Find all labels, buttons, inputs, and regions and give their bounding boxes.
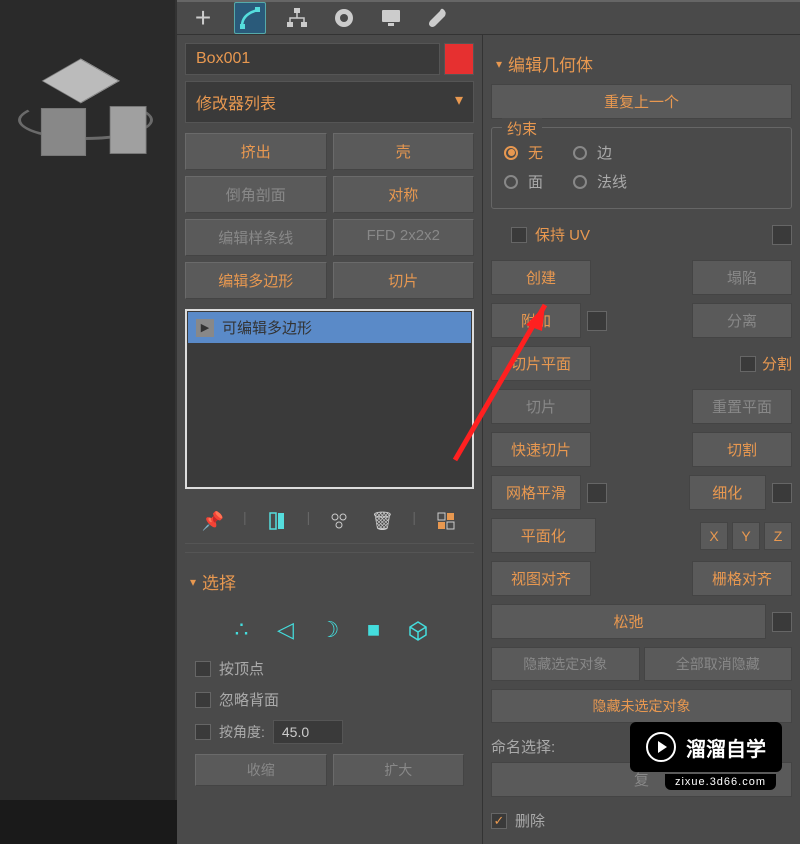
constraints-fieldset: 约束 无 边 面: [491, 127, 792, 209]
hide-selected-button[interactable]: 隐藏选定对象: [491, 647, 640, 681]
polygon-level-icon[interactable]: ■: [361, 617, 387, 643]
vertex-level-icon[interactable]: ∴: [229, 617, 255, 643]
modifier-list-dropdown[interactable]: 修改器列表: [185, 81, 474, 123]
planar-y-button[interactable]: Y: [732, 522, 760, 550]
stack-toolbar: 📌 | | 🗑 |: [185, 499, 474, 544]
quickslice-button[interactable]: 快速切片: [491, 432, 591, 467]
tessellate-settings-icon[interactable]: [772, 483, 792, 503]
slice-plane-button[interactable]: 切片平面: [491, 346, 591, 381]
shell-button[interactable]: 壳: [333, 133, 475, 170]
element-level-icon[interactable]: [405, 617, 431, 643]
stack-item-editable-poly[interactable]: ▶ 可编辑多边形: [188, 312, 471, 343]
modifier-stack[interactable]: ▶ 可编辑多边形: [185, 309, 474, 489]
play-icon: [646, 732, 676, 762]
constraint-edge-radio[interactable]: [573, 146, 587, 160]
hide-unselected-button[interactable]: 隐藏未选定对象: [491, 689, 792, 723]
selection-rollout-header[interactable]: 选择: [185, 561, 474, 602]
attach-button[interactable]: 附加: [491, 303, 581, 338]
configure-icon[interactable]: [434, 509, 458, 533]
modifier-panel: Box001 修改器列表 挤出 壳 倒角剖面 对称 编辑样条线 FFD 2x2x…: [177, 35, 482, 844]
detach-button[interactable]: 分离: [692, 303, 792, 338]
constraint-none-radio[interactable]: [504, 146, 518, 160]
slice-button[interactable]: 切片: [333, 262, 475, 299]
viewcube[interactable]: [5, 30, 165, 190]
make-planar-button[interactable]: 平面化: [491, 518, 596, 553]
attach-list-icon[interactable]: [587, 311, 607, 331]
constraint-none-label: 无: [528, 142, 543, 163]
constraint-normal-radio[interactable]: [573, 175, 587, 189]
object-name-field[interactable]: Box001: [185, 43, 440, 75]
utilities-tab-icon[interactable]: [422, 2, 454, 34]
constraint-face-radio[interactable]: [504, 175, 518, 189]
edit-spline-button[interactable]: 编辑样条线: [185, 219, 327, 256]
repeat-last-button[interactable]: 重复上一个: [491, 84, 792, 119]
ffd-button[interactable]: FFD 2x2x2: [333, 219, 475, 256]
edge-level-icon[interactable]: ◁: [273, 617, 299, 643]
relax-button[interactable]: 松弛: [491, 604, 766, 639]
view-align-button[interactable]: 视图对齐: [491, 561, 591, 596]
by-vertex-checkbox[interactable]: [195, 661, 211, 677]
make-unique-icon[interactable]: [328, 509, 352, 533]
split-label: 分割: [762, 353, 792, 374]
grow-button[interactable]: 扩大: [333, 754, 465, 786]
ignore-backface-checkbox[interactable]: [195, 692, 211, 708]
split-checkbox[interactable]: [740, 356, 756, 372]
watermark-logo: 溜溜自学: [630, 722, 782, 772]
hierarchy-tab-icon[interactable]: [281, 2, 313, 34]
extrude-button[interactable]: 挤出: [185, 133, 327, 170]
by-angle-checkbox[interactable]: [195, 724, 211, 740]
watermark-text: 溜溜自学: [686, 733, 766, 762]
preserve-uv-checkbox[interactable]: [511, 227, 527, 243]
preserve-uv-settings-icon[interactable]: [772, 225, 792, 245]
slice-button-2[interactable]: 切片: [491, 389, 591, 424]
stack-item-label: 可编辑多边形: [222, 317, 312, 338]
command-panel-tabs: +: [177, 0, 800, 35]
cut-button[interactable]: 切割: [692, 432, 792, 467]
delete-label: 删除: [515, 810, 545, 831]
by-angle-label: 按角度:: [219, 722, 265, 742]
create-tab-icon[interactable]: +: [187, 2, 219, 34]
constraints-label: 约束: [502, 118, 542, 139]
object-color-swatch[interactable]: [444, 43, 474, 75]
planar-z-button[interactable]: Z: [764, 522, 792, 550]
unhide-all-button[interactable]: 全部取消隐藏: [644, 647, 793, 681]
modify-tab-icon[interactable]: [234, 2, 266, 34]
relax-settings-icon[interactable]: [772, 612, 792, 632]
grid-align-button[interactable]: 栅格对齐: [692, 561, 792, 596]
watermark-url: zixue.3d66.com: [665, 774, 776, 790]
collapse-button[interactable]: 塌陷: [692, 260, 792, 295]
by-vertex-label: 按顶点: [219, 658, 264, 679]
tessellate-button[interactable]: 细化: [689, 475, 767, 510]
delete-isolated-checkbox[interactable]: [491, 813, 507, 829]
viewport-sidebar: [0, 0, 175, 800]
pin-icon[interactable]: 📌: [201, 509, 225, 533]
subobject-level-row: ∴ ◁ ☽ ■: [195, 607, 464, 653]
show-end-result-icon[interactable]: [265, 509, 289, 533]
msmooth-settings-icon[interactable]: [587, 483, 607, 503]
symmetry-button[interactable]: 对称: [333, 176, 475, 213]
chamfer-button[interactable]: 倒角剖面: [185, 176, 327, 213]
constraint-edge-label: 边: [597, 142, 612, 163]
msmooth-button[interactable]: 网格平滑: [491, 475, 581, 510]
border-level-icon[interactable]: ☽: [317, 617, 343, 643]
shrink-button[interactable]: 收缩: [195, 754, 327, 786]
angle-spinner[interactable]: 45.0: [273, 720, 343, 744]
edit-poly-button[interactable]: 编辑多边形: [185, 262, 327, 299]
delete-icon[interactable]: 🗑: [370, 509, 394, 533]
constraint-normal-label: 法线: [597, 171, 627, 192]
motion-tab-icon[interactable]: [328, 2, 360, 34]
ignore-backface-label: 忽略背面: [219, 689, 279, 710]
preserve-uv-label: 保持 UV: [535, 224, 590, 245]
create-button[interactable]: 创建: [491, 260, 591, 295]
expand-icon[interactable]: ▶: [196, 319, 214, 337]
edit-geometry-header[interactable]: 编辑几何体: [491, 43, 792, 84]
display-tab-icon[interactable]: [375, 2, 407, 34]
reset-plane-button[interactable]: 重置平面: [692, 389, 792, 424]
constraint-face-label: 面: [528, 171, 543, 192]
planar-x-button[interactable]: X: [700, 522, 728, 550]
